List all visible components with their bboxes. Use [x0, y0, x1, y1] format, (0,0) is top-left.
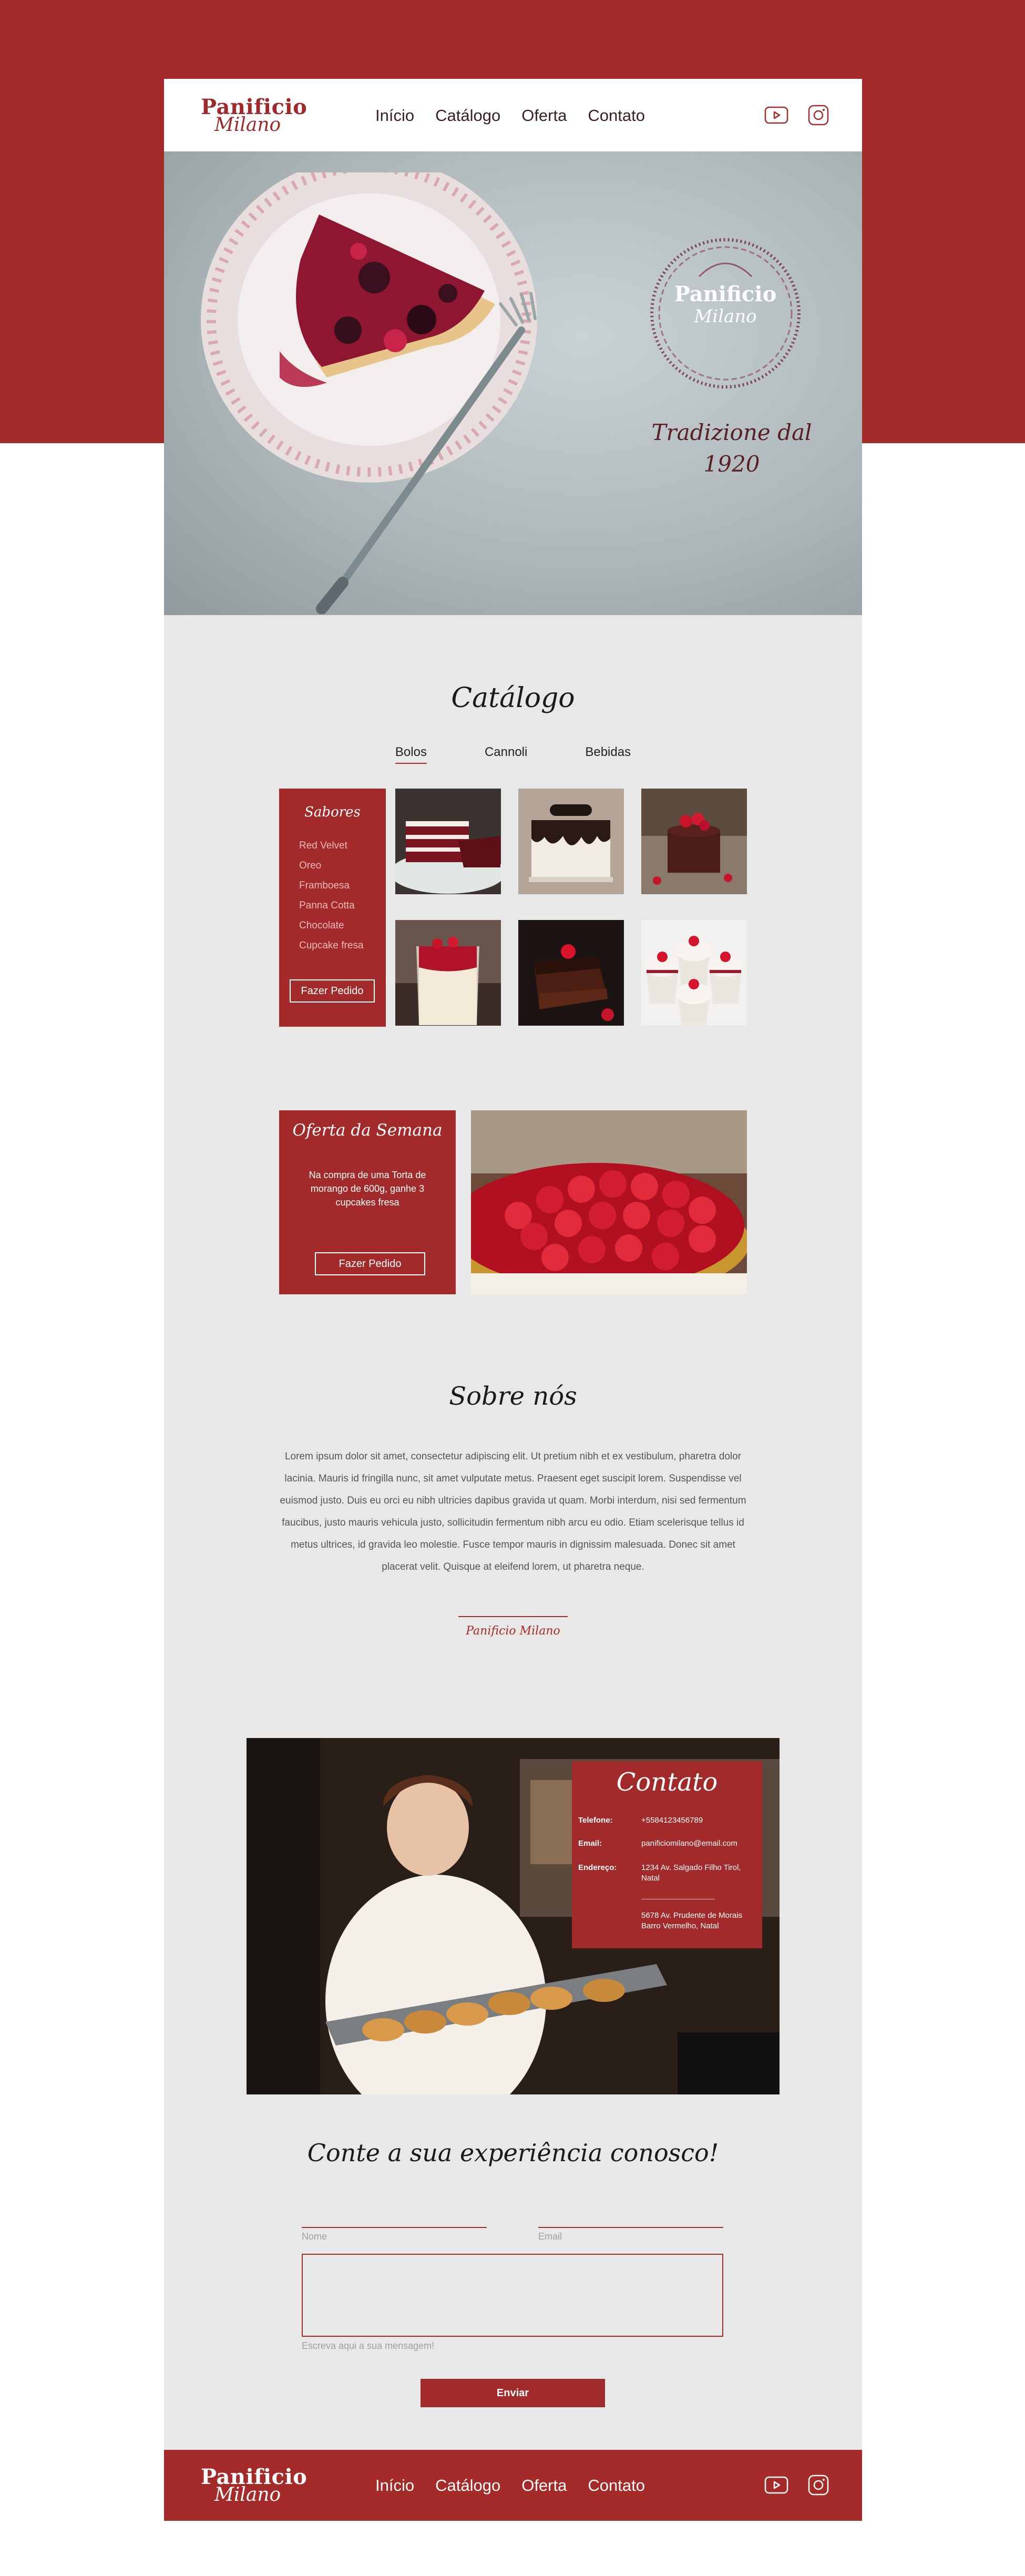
about-paragraph: Lorem ipsum dolor sit amet, consectetur … [280, 1451, 746, 1572]
youtube-icon[interactable] [764, 104, 788, 126]
product-image-red-velvet[interactable] [395, 789, 501, 894]
email-field-placeholder[interactable]: Email [538, 2231, 562, 2242]
nav-item-catalogo[interactable]: Catálogo [435, 106, 500, 125]
message-hint: Escreva aqui a sua mensagem! [302, 2340, 435, 2351]
instagram-icon[interactable] [806, 2474, 831, 2496]
page-container: Panificio Milano Início Catálogo Oferta … [164, 79, 862, 2521]
product-image-cupcake-fresa[interactable] [641, 920, 747, 1026]
catalog-title: Catálogo [451, 682, 575, 714]
weekly-offer-panel: Oferta da Semana Na compra de uma Torta … [279, 1110, 456, 1294]
site-header: Panificio Milano Início Catálogo Oferta … [164, 79, 862, 151]
flavor-list: Red Velvet Oreo Framboesa Panna Cotta Ch… [299, 836, 364, 956]
product-image-panna-cotta[interactable] [395, 920, 501, 1026]
brand-logo[interactable]: Panificio Milano [201, 97, 307, 135]
catalog-tabs: Bolos Cannoli Bebidas [164, 745, 862, 764]
hero-tagline: Tradizione dal 1920 [648, 417, 816, 480]
tab-bolos[interactable]: Bolos [395, 745, 427, 764]
hero-cake-plate-image [201, 157, 569, 615]
flavors-panel: Sabores Red Velvet Oreo Framboesa Panna … [279, 789, 386, 1027]
instagram-icon[interactable] [806, 104, 831, 126]
offer-order-button[interactable]: Fazer Pedido [315, 1252, 425, 1275]
send-button[interactable]: Enviar [421, 2379, 605, 2407]
nav-item-contato[interactable]: Contato [588, 106, 645, 125]
nav-item-inicio[interactable]: Início [375, 106, 414, 125]
signature-divider [458, 1616, 568, 1617]
footer-nav-item-contato[interactable]: Contato [588, 2476, 645, 2495]
email-field[interactable] [538, 2227, 723, 2228]
address-value-2: 5678 Av. Prudente de Morais Barro Vermel… [641, 1911, 743, 1930]
hero-banner: Panificio Milano Tradizione dal 1920 [164, 151, 862, 615]
product-image-strawberry-cake[interactable] [641, 789, 747, 894]
product-image-chocolate-brownie[interactable] [518, 920, 624, 1026]
footer-nav-item-inicio[interactable]: Início [375, 2476, 414, 2495]
about-signature: Panificio Milano [466, 1624, 560, 1638]
hero-brand-badge: Panificio Milano [641, 229, 809, 397]
flavor-item[interactable]: Red Velvet [299, 836, 364, 856]
site-footer: Panificio Milano Início Catálogo Oferta … [164, 2450, 862, 2521]
address-label: Endereço: [578, 1863, 617, 1872]
footer-nav-item-catalogo[interactable]: Catálogo [435, 2476, 500, 2495]
hero-tagline-line2: 1920 [703, 451, 760, 477]
main-nav: Início Catálogo Oferta Contato [375, 106, 645, 125]
name-field-placeholder[interactable]: Nome [302, 2231, 327, 2242]
name-field[interactable] [302, 2227, 487, 2228]
about-title: Sobre nós [449, 1382, 577, 1411]
flavor-item[interactable]: Oreo [299, 856, 364, 876]
flavor-item[interactable]: Chocolate [299, 916, 364, 936]
strawberry-tart-image [471, 1110, 747, 1294]
product-image-oreo-cake[interactable] [518, 789, 624, 894]
youtube-icon[interactable] [764, 2474, 788, 2496]
flavor-item[interactable]: Framboesa [299, 876, 364, 896]
hero-tagline-line1: Tradizione dal [651, 420, 812, 445]
offer-title: Oferta da Semana [292, 1121, 443, 1140]
footer-nav: Início Catálogo Oferta Contato [375, 2476, 645, 2495]
tab-cannoli[interactable]: Cannoli [485, 745, 527, 764]
flavors-title: Sabores [304, 804, 361, 820]
tab-bebidas[interactable]: Bebidas [585, 745, 631, 764]
flavor-item[interactable]: Cupcake fresa [299, 936, 364, 956]
nav-item-oferta[interactable]: Oferta [521, 106, 567, 125]
feedback-title: Conte a sua experiência conosco! [307, 2139, 719, 2167]
contact-title: Contato [616, 1767, 718, 1797]
message-textarea[interactable] [302, 2254, 723, 2337]
email-label: Email: [578, 1839, 602, 1848]
flavor-item[interactable]: Panna Cotta [299, 896, 364, 916]
address-value-1: 1234 Av. Salgado Filho Tirol, Natal [641, 1863, 741, 1883]
social-links [764, 104, 831, 126]
catalog-order-button[interactable]: Fazer Pedido [290, 979, 375, 1003]
email-value[interactable]: panificiomilano@email.com [641, 1838, 757, 1849]
badge-brand-line2: Milano [694, 306, 757, 327]
offer-description: Na compra de uma Torta de morango de 600… [309, 1170, 426, 1208]
footer-brand-logo[interactable]: Panificio Milano [201, 2467, 307, 2505]
phone-value[interactable]: +5584123456789 [641, 1815, 757, 1826]
footer-nav-item-oferta[interactable]: Oferta [521, 2476, 567, 2495]
phone-label: Telefone: [578, 1816, 613, 1825]
contact-panel: Contato Telefone: +5584123456789 Email: … [572, 1761, 762, 1948]
footer-social-links [764, 2474, 831, 2496]
badge-brand-line1: Panificio [674, 282, 777, 306]
